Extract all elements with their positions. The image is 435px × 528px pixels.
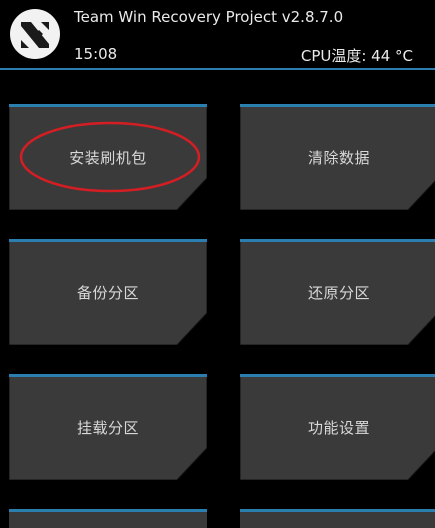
mount-label: 挂载分区 <box>76 418 139 437</box>
restore-button[interactable]: 还原分区 <box>240 239 435 345</box>
wipe-button[interactable]: 清除数据 <box>240 104 435 210</box>
mount-button[interactable]: 挂载分区 <box>9 374 207 480</box>
tile-partial-right[interactable] <box>240 509 435 528</box>
settings-label: 功能设置 <box>307 418 370 437</box>
backup-button[interactable]: 备份分区 <box>9 239 207 345</box>
tile-shape <box>240 509 435 528</box>
header-bar: Team Win Recovery Project v2.8.7.0 15:08… <box>0 0 435 68</box>
settings-button[interactable]: 功能设置 <box>240 374 435 480</box>
header-divider <box>0 68 435 70</box>
restore-label: 还原分区 <box>307 283 370 302</box>
tile-partial-left[interactable] <box>9 509 207 528</box>
clock: 15:08 <box>74 45 118 63</box>
backup-label: 备份分区 <box>76 283 139 302</box>
red-highlight-ellipse <box>19 121 201 193</box>
cpu-temperature: CPU温度: 44 °C <box>300 47 413 65</box>
wipe-label: 清除数据 <box>307 148 370 167</box>
tile-shape <box>9 509 207 528</box>
app-title: Team Win Recovery Project v2.8.7.0 <box>74 8 344 26</box>
twrp-logo-icon <box>10 9 60 59</box>
